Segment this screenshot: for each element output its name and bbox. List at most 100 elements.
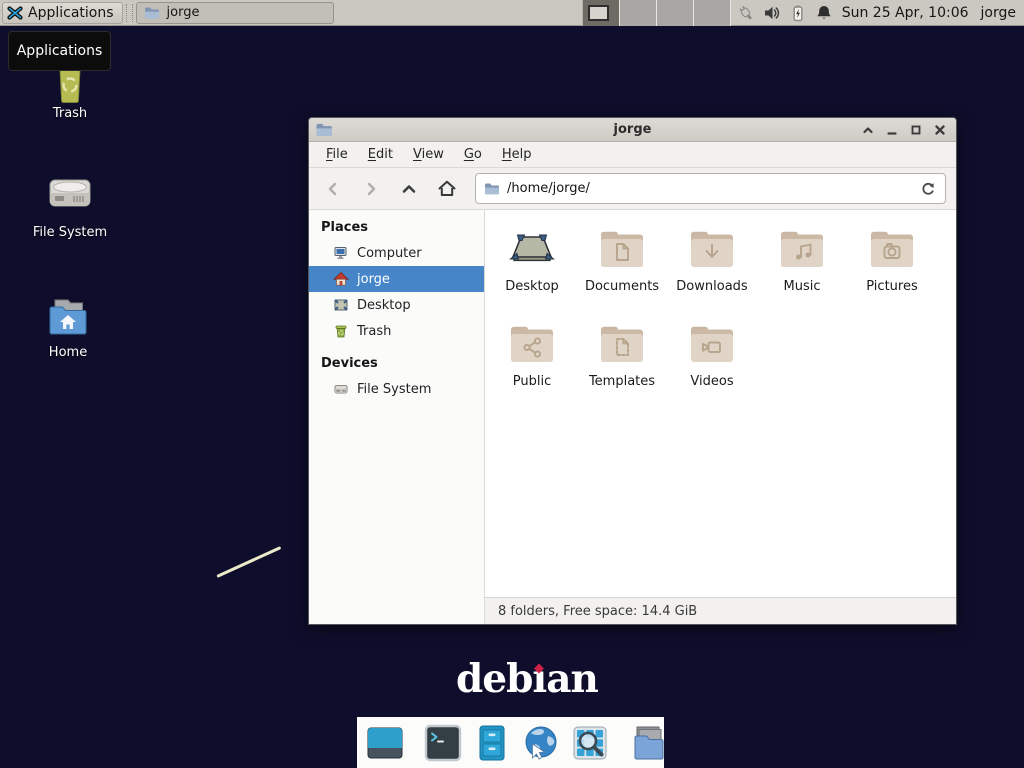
workspace-3[interactable] xyxy=(657,0,694,26)
applications-menu-button[interactable]: Applications xyxy=(2,2,123,24)
sidebar-item-trash[interactable]: Trash xyxy=(309,318,484,344)
show-desktop-icon[interactable] xyxy=(365,723,405,763)
home-button[interactable] xyxy=(429,173,465,205)
menu-go[interactable]: Go xyxy=(454,143,492,166)
sidebar-item-label: Desktop xyxy=(357,298,411,313)
shade-button[interactable] xyxy=(859,122,876,139)
path-text: /home/jorge/ xyxy=(507,181,590,196)
file-desktop[interactable]: Desktop xyxy=(487,220,577,315)
file-cabinet-icon[interactable] xyxy=(472,723,512,763)
plug-icon[interactable] xyxy=(737,4,755,22)
menu-mnemonic: H xyxy=(502,147,512,162)
panel-clock[interactable]: Sun 25 Apr, 10:06 xyxy=(842,5,969,21)
file-downloads[interactable]: Downloads xyxy=(667,220,757,315)
folder-document-icon xyxy=(598,226,646,270)
file-manager-icon[interactable] xyxy=(628,723,668,763)
workspace-window-miniature xyxy=(588,5,609,21)
close-button[interactable] xyxy=(931,122,948,139)
file-label: Pictures xyxy=(866,279,917,294)
debian-red-diamond xyxy=(534,664,544,674)
battery-icon[interactable] xyxy=(789,4,807,22)
desktop-icon-label: Home xyxy=(49,345,87,360)
desktop-icon-label: File System xyxy=(33,225,107,240)
statusbar: 8 folders, Free space: 14.4 GiB xyxy=(485,597,956,624)
panel-handle[interactable] xyxy=(126,4,133,22)
toolbar: /home/jorge/ xyxy=(309,168,956,210)
folder-download-icon xyxy=(688,226,736,270)
drive-icon xyxy=(333,381,349,397)
hard-drive-icon xyxy=(46,172,94,216)
notifications-icon[interactable] xyxy=(815,4,833,22)
workspace-1[interactable] xyxy=(583,0,620,26)
desktop[interactable]: Applications jorge Sun 25 Apr, 10:06 jor… xyxy=(0,0,1024,768)
file-label: Videos xyxy=(690,374,733,389)
debian-logo: debıan xyxy=(456,658,598,701)
sidebar-item-label: Computer xyxy=(357,246,422,261)
sidebar-item-computer[interactable]: Computer xyxy=(309,240,484,266)
sidebar-header-devices: Devices xyxy=(309,350,484,376)
workspace-4[interactable] xyxy=(694,0,731,26)
folder-camera-icon xyxy=(868,226,916,270)
volume-icon[interactable] xyxy=(763,4,781,22)
menu-mnemonic: V xyxy=(413,147,422,162)
panel-username[interactable]: jorge xyxy=(981,5,1016,21)
file-label: Documents xyxy=(585,279,659,294)
dock xyxy=(357,717,664,768)
taskbar-window-label: jorge xyxy=(167,5,200,20)
folder-template-icon xyxy=(598,321,646,365)
file-documents[interactable]: Documents xyxy=(577,220,667,315)
file-grid[interactable]: Desktop Documents Downloads Music Pictures Pu… xyxy=(485,210,956,597)
file-label: Downloads xyxy=(676,279,747,294)
desktop-icon xyxy=(508,226,556,270)
menu-view[interactable]: View xyxy=(403,143,454,166)
sidebar-item-file-system[interactable]: File System xyxy=(309,376,484,402)
menu-file[interactable]: File xyxy=(316,143,358,166)
sidebar: PlacesComputerjorgeDesktopTrashDevicesFi… xyxy=(309,210,485,624)
back-button[interactable] xyxy=(315,173,351,205)
menubar: FileEditViewGoHelp xyxy=(309,142,956,168)
sidebar-item-desktop[interactable]: Desktop xyxy=(309,292,484,318)
home-icon xyxy=(333,271,349,287)
reload-icon[interactable] xyxy=(919,180,937,198)
app-finder-icon[interactable] xyxy=(570,723,610,763)
desktop-icon-home[interactable]: Home xyxy=(20,294,116,360)
file-label: Public xyxy=(513,374,551,389)
file-pictures[interactable]: Pictures xyxy=(847,220,937,315)
maximize-button[interactable] xyxy=(907,122,924,139)
menu-mnemonic: F xyxy=(326,147,333,162)
file-videos[interactable]: Videos xyxy=(667,315,757,410)
web-browser-icon[interactable] xyxy=(521,723,561,763)
logo-letter-i: ı xyxy=(532,658,546,701)
applications-tooltip: Applications xyxy=(8,31,111,71)
terminal-icon[interactable] xyxy=(423,723,463,763)
sidebar-item-jorge[interactable]: jorge xyxy=(309,266,484,292)
menu-help[interactable]: Help xyxy=(492,143,542,166)
forward-button[interactable] xyxy=(353,173,389,205)
main-pane: Desktop Documents Downloads Music Pictures Pu… xyxy=(485,210,956,624)
sidebar-item-label: Trash xyxy=(357,324,391,339)
file-public[interactable]: Public xyxy=(487,315,577,410)
path-bar[interactable]: /home/jorge/ xyxy=(475,173,946,204)
taskbar-window-button[interactable]: jorge xyxy=(136,2,334,24)
taskbar-folder-icon xyxy=(144,6,160,20)
workspace-2[interactable] xyxy=(620,0,657,26)
up-button[interactable] xyxy=(391,173,427,205)
file-label: Music xyxy=(784,279,821,294)
window-titlebar[interactable]: jorge xyxy=(309,118,956,142)
file-music[interactable]: Music xyxy=(757,220,847,315)
file-manager-window: jorge FileEditViewGoHelp xyxy=(308,117,957,625)
file-label: Templates xyxy=(589,374,655,389)
folder-share-icon xyxy=(508,321,556,365)
file-templates[interactable]: Templates xyxy=(577,315,667,410)
menu-mnemonic: G xyxy=(464,147,474,162)
menu-edit[interactable]: Edit xyxy=(358,143,403,166)
trash-icon xyxy=(333,323,349,339)
minimize-button[interactable] xyxy=(883,122,900,139)
window-body: PlacesComputerjorgeDesktopTrashDevicesFi… xyxy=(309,210,956,624)
xfce-applications-icon xyxy=(7,5,23,21)
status-text: 8 folders, Free space: 14.4 GiB xyxy=(498,604,697,619)
sidebar-item-label: jorge xyxy=(357,272,390,287)
workspace-pager xyxy=(582,0,731,26)
menu-mnemonic: E xyxy=(368,147,376,162)
desktop-icon-file-system[interactable]: File System xyxy=(22,172,118,240)
